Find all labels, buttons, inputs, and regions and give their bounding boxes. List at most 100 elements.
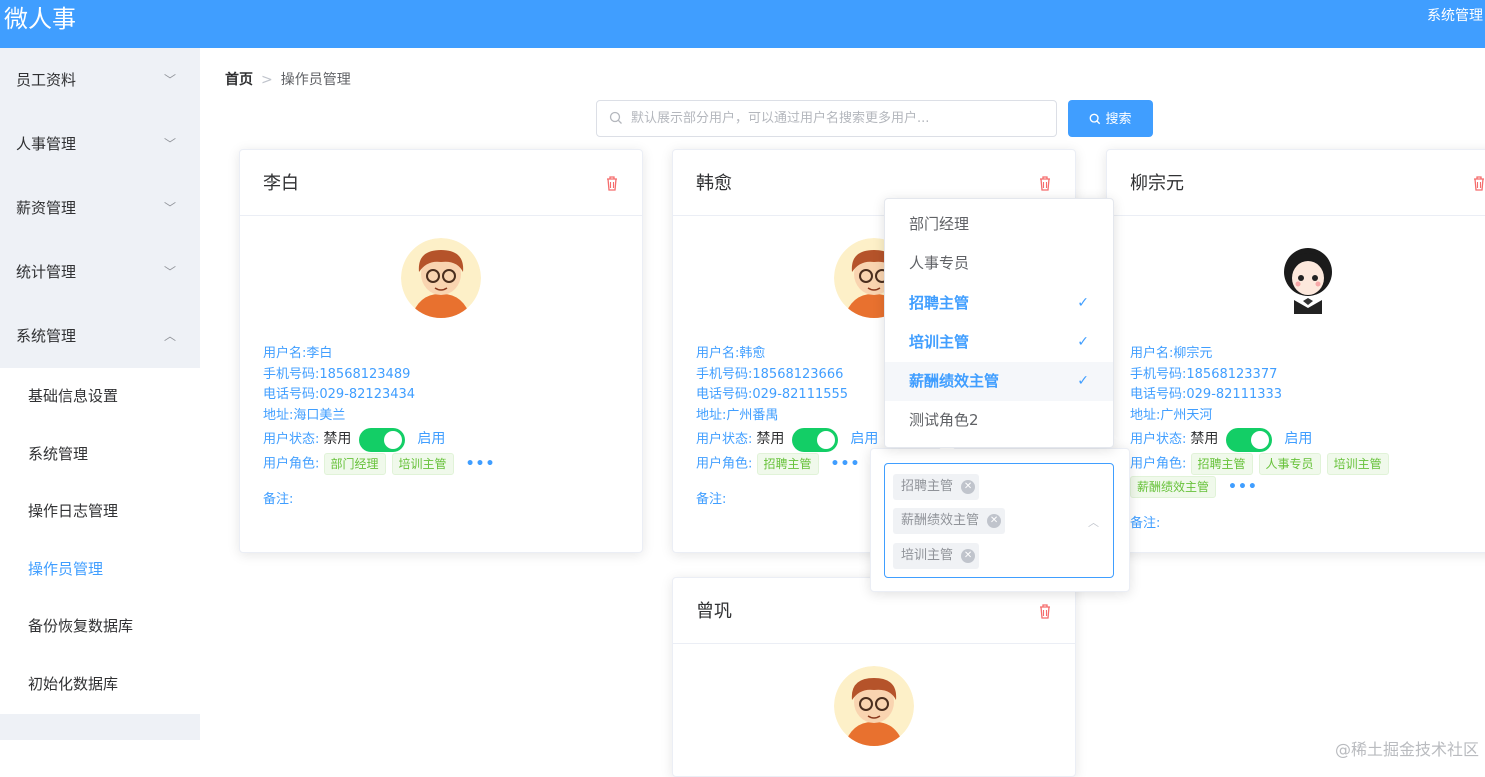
app-title: 微人事 <box>4 5 76 33</box>
status-toggle[interactable] <box>792 427 839 452</box>
role-tag: 培训主管 <box>391 453 454 475</box>
status-on-label: 启用 <box>417 431 446 447</box>
role-option[interactable]: 测试角色2 <box>885 401 1113 440</box>
user-details: 用户名:李白 手机号码:18568123489 电话号码:029-8212343… <box>263 344 415 427</box>
role-tag: 招聘主管 <box>756 453 819 475</box>
status-on-label: 启用 <box>1284 431 1313 447</box>
chevron-down-icon: ﹀ <box>163 137 176 151</box>
phone-text: 手机号码:18568123377 <box>1130 366 1278 382</box>
sidebar-item-label: 统计管理 <box>16 263 77 281</box>
user-name: 韩愈 <box>696 173 732 194</box>
chevron-up-icon[interactable]: ︿ <box>1088 514 1099 530</box>
roles-row: 用户角色: 部门经理 培训主管 ••• <box>263 453 495 476</box>
roles-label: 用户角色: <box>696 456 753 472</box>
role-option[interactable]: 部门经理 <box>885 205 1113 244</box>
sidebar-item-label: 薪资管理 <box>16 199 77 217</box>
submenu-item-system[interactable]: 系统管理 <box>0 426 200 484</box>
sidebar-item-salary[interactable]: 薪资管理 ﹀ <box>0 176 200 240</box>
avatar <box>401 238 481 318</box>
roles-row: 用户角色: 招聘主管 ••• <box>696 453 860 476</box>
breadcrumb: 首页 > 操作员管理 <box>225 70 351 90</box>
username-text: 用户名:韩愈 <box>696 346 766 361</box>
sidebar-item-employee-info[interactable]: 员工资料 ﹀ <box>0 48 200 112</box>
remark-label: 备注: <box>1130 516 1161 531</box>
status-label: 用户状态: <box>263 432 320 447</box>
close-icon[interactable]: ✕ <box>961 549 976 563</box>
search-button-label: 搜索 <box>1105 111 1132 126</box>
close-icon[interactable]: ✕ <box>961 480 976 494</box>
user-details: 用户名:柳宗元 手机号码:18568123377 电话号码:029-821113… <box>1130 344 1282 427</box>
user-name: 曾巩 <box>696 601 732 622</box>
sidebar: 员工资料 ﹀ 人事管理 ﹀ 薪资管理 ﹀ 统计管理 ﹀ 系统管理 ︿ 基础信息设… <box>0 48 200 740</box>
tel-text: 电话号码:029-82111333 <box>1130 387 1283 403</box>
user-name: 柳宗元 <box>1130 173 1184 194</box>
toggle-knob <box>384 430 403 449</box>
role-option-label: 招聘主管 <box>909 293 970 312</box>
user-menu[interactable]: 系统管理 <box>1427 7 1483 25</box>
user-card: 柳宗元 用户名:柳宗元 手机号码:18568123377 电话号码:029-82… <box>1106 149 1485 553</box>
selected-role-label: 培训主管 <box>901 548 954 563</box>
more-roles-button[interactable]: ••• <box>831 453 861 475</box>
username-text: 用户名:柳宗元 <box>1130 346 1213 361</box>
avatar <box>834 666 914 746</box>
role-option-label: 培训主管 <box>909 332 970 351</box>
search-field <box>596 100 1057 137</box>
roles-label: 用户角色: <box>1130 456 1187 472</box>
remark-label: 备注: <box>696 492 727 507</box>
role-option[interactable]: 人事专员 <box>885 244 1113 283</box>
role-multi-select[interactable]: 招聘主管 ✕ 薪酬绩效主管 ✕ 培训主管 ✕ ︿ <box>884 463 1114 578</box>
status-off-label: 禁用 <box>323 431 352 447</box>
check-icon: ✓ <box>1077 373 1089 390</box>
watermark: @稀土掘金技术社区 <box>1334 740 1479 759</box>
close-icon[interactable]: ✕ <box>987 514 1002 528</box>
username-text: 用户名:李白 <box>263 346 333 361</box>
status-toggle[interactable] <box>1226 427 1273 452</box>
user-card: 曾巩 <box>672 577 1076 777</box>
chevron-down-icon: ﹀ <box>163 201 176 215</box>
role-option-label: 测试角色2 <box>909 411 979 430</box>
delete-icon[interactable] <box>1036 174 1054 192</box>
selected-role-tag: 薪酬绩效主管 ✕ <box>893 508 1006 534</box>
delete-icon[interactable] <box>1470 174 1485 192</box>
sidebar-item-statistics[interactable]: 统计管理 ﹀ <box>0 240 200 304</box>
sidebar-item-system[interactable]: 系统管理 ︿ <box>0 304 200 368</box>
more-roles-button[interactable]: ••• <box>466 453 496 475</box>
role-option[interactable]: 培训主管 ✓ <box>885 323 1113 362</box>
roles-row: 用户角色: 招聘主管 人事专员 培训主管 <box>1130 453 1395 476</box>
address-text: 地址:广州天河 <box>1130 408 1213 424</box>
roles-row-continued: 薪酬绩效主管 ••• <box>1130 476 1258 499</box>
submenu-item-init-db[interactable]: 初始化数据库 <box>0 656 200 714</box>
submenu-item-operator[interactable]: 操作员管理 <box>0 541 200 599</box>
tel-text: 电话号码:029-82111555 <box>696 387 849 403</box>
delete-icon[interactable] <box>1036 602 1054 620</box>
role-option[interactable]: 薪酬绩效主管 ✓ <box>885 362 1113 402</box>
top-navbar: 微人事 系统管理 <box>0 0 1485 48</box>
submenu-item-operation-log[interactable]: 操作日志管理 <box>0 483 200 541</box>
submenu-item-backup[interactable]: 备份恢复数据库 <box>0 598 200 656</box>
chevron-down-icon: ﹀ <box>163 73 176 87</box>
delete-icon[interactable] <box>603 174 621 192</box>
user-name: 李白 <box>263 173 299 194</box>
toggle-knob <box>1251 430 1270 449</box>
submenu-item-basic-info[interactable]: 基础信息设置 <box>0 368 200 426</box>
toggle-knob <box>817 430 836 449</box>
tel-text: 电话号码:029-82123434 <box>263 387 416 403</box>
sidebar-item-label: 员工资料 <box>16 71 77 89</box>
search-button[interactable]: 搜索 <box>1068 100 1153 137</box>
breadcrumb-home[interactable]: 首页 <box>225 72 253 88</box>
selected-role-tag: 培训主管 ✕ <box>893 543 980 569</box>
sidebar-item-personnel[interactable]: 人事管理 ﹀ <box>0 112 200 176</box>
status-toggle[interactable] <box>359 427 406 452</box>
card-header: 柳宗元 <box>1107 150 1485 216</box>
search-input[interactable] <box>631 101 1046 136</box>
roles-label: 用户角色: <box>263 456 320 472</box>
breadcrumb-current: 操作员管理 <box>280 72 351 88</box>
sidebar-item-label: 系统管理 <box>16 327 77 345</box>
status-label: 用户状态: <box>696 432 753 447</box>
role-dropdown: 部门经理 人事专员 招聘主管 ✓ 培训主管 ✓ 薪酬绩效主管 ✓ 测试角色2 <box>884 198 1114 448</box>
chevron-down-icon: ﹀ <box>163 265 176 279</box>
role-option[interactable]: 招聘主管 ✓ <box>885 284 1113 323</box>
status-on-label: 启用 <box>850 431 879 447</box>
role-tag: 部门经理 <box>323 453 386 475</box>
more-roles-button[interactable]: ••• <box>1228 476 1258 498</box>
